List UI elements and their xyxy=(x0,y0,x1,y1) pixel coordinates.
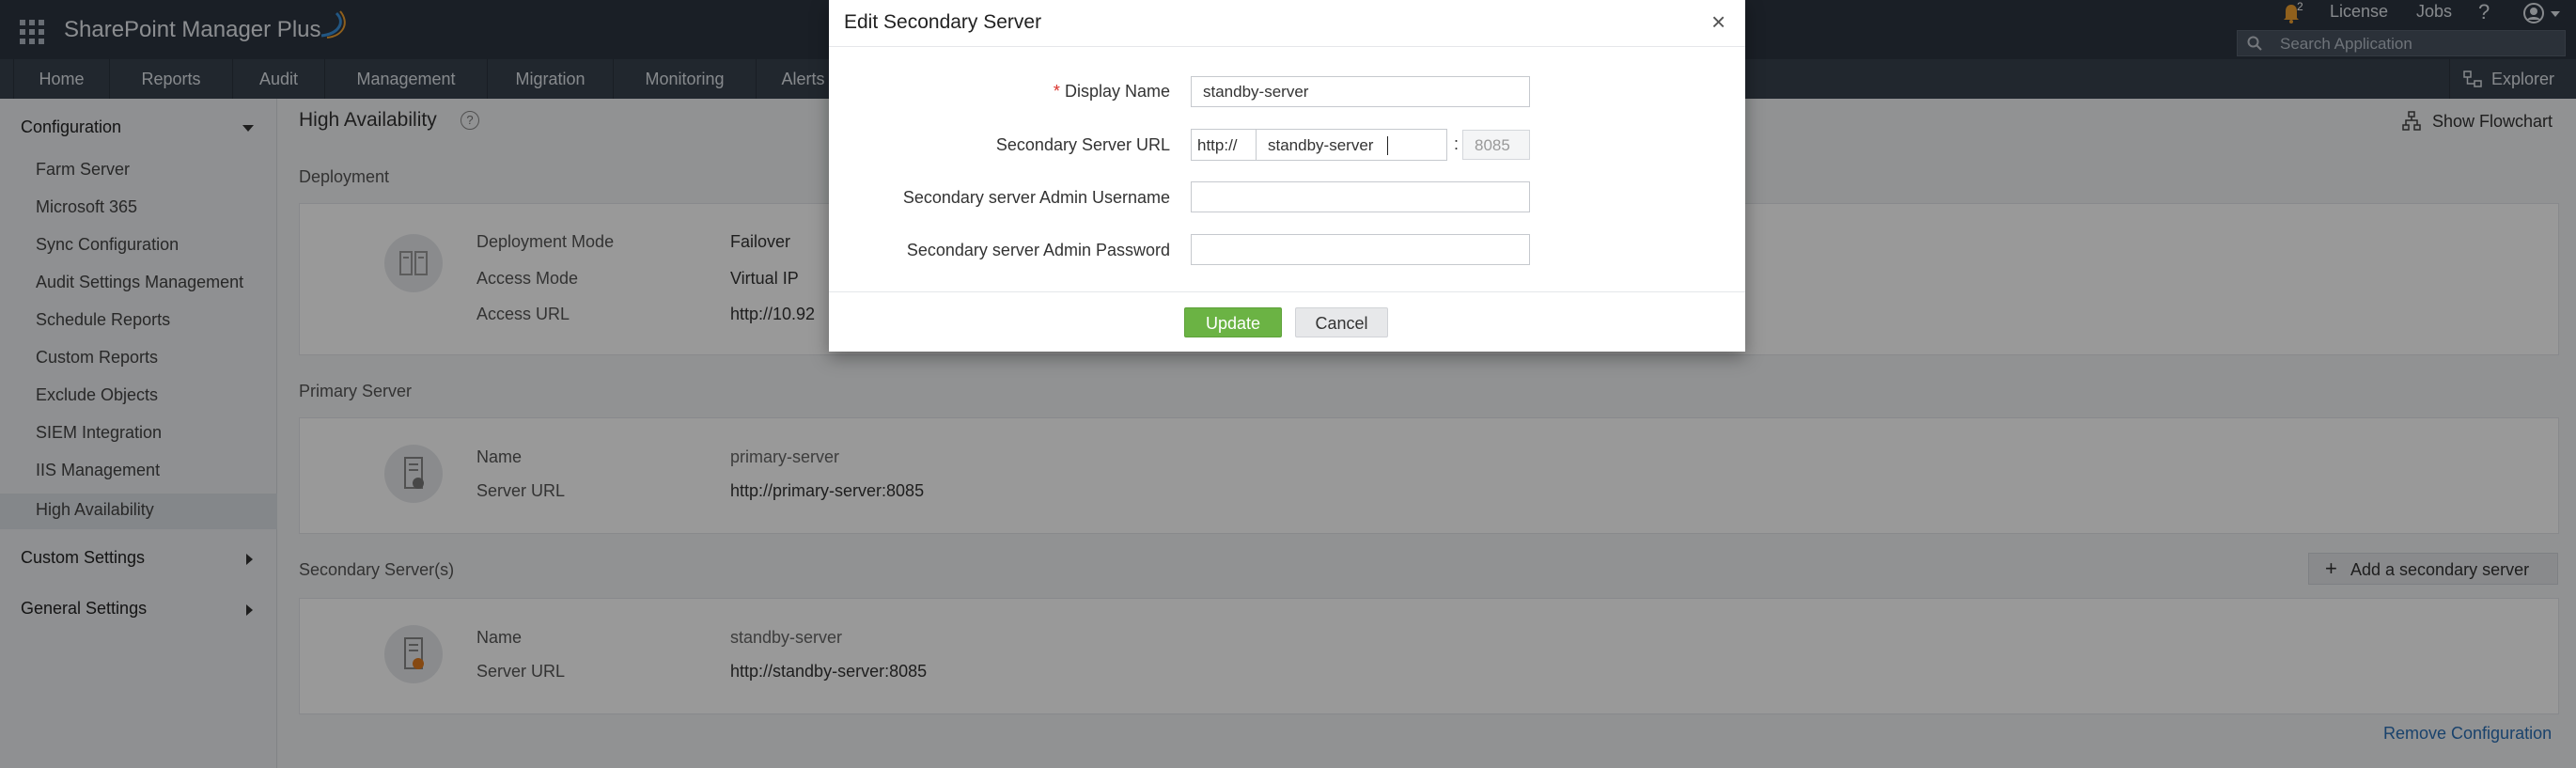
url-protocol-text: http:// xyxy=(1197,136,1238,154)
url-protocol-prefix: http:// xyxy=(1191,129,1256,161)
text-cursor xyxy=(1387,136,1388,155)
dialog-header-divider xyxy=(829,46,1745,47)
display-name-input[interactable]: standby-server xyxy=(1191,76,1530,107)
admin-password-label: Secondary server Admin Password xyxy=(906,241,1170,259)
display-name-label: * Display Name xyxy=(1054,82,1170,102)
required-asterisk: * xyxy=(1053,82,1060,101)
edit-secondary-server-dialog: Edit Secondary Server × * Display Name s… xyxy=(829,0,1745,352)
secondary-server-url-label: Secondary Server URL xyxy=(995,135,1170,154)
admin-username-input[interactable] xyxy=(1191,181,1530,212)
url-input-group: http:// standby-server : 8085 xyxy=(1191,129,1530,161)
dialog-footer-divider xyxy=(829,291,1745,292)
close-icon[interactable]: × xyxy=(1711,8,1725,36)
display-name-label-text: Display Name xyxy=(1064,82,1170,101)
admin-password-input[interactable] xyxy=(1191,234,1530,265)
dialog-title: Edit Secondary Server xyxy=(844,11,1042,33)
url-port-separator: : xyxy=(1454,134,1460,153)
url-port-value: 8085 xyxy=(1475,136,1510,154)
admin-username-label: Secondary server Admin Username xyxy=(902,188,1170,207)
url-port-input[interactable]: 8085 xyxy=(1462,130,1530,160)
cancel-button[interactable]: Cancel xyxy=(1295,307,1388,337)
url-host-input[interactable]: standby-server xyxy=(1256,129,1447,161)
update-button[interactable]: Update xyxy=(1184,307,1282,337)
url-host-value: standby-server xyxy=(1268,136,1374,154)
